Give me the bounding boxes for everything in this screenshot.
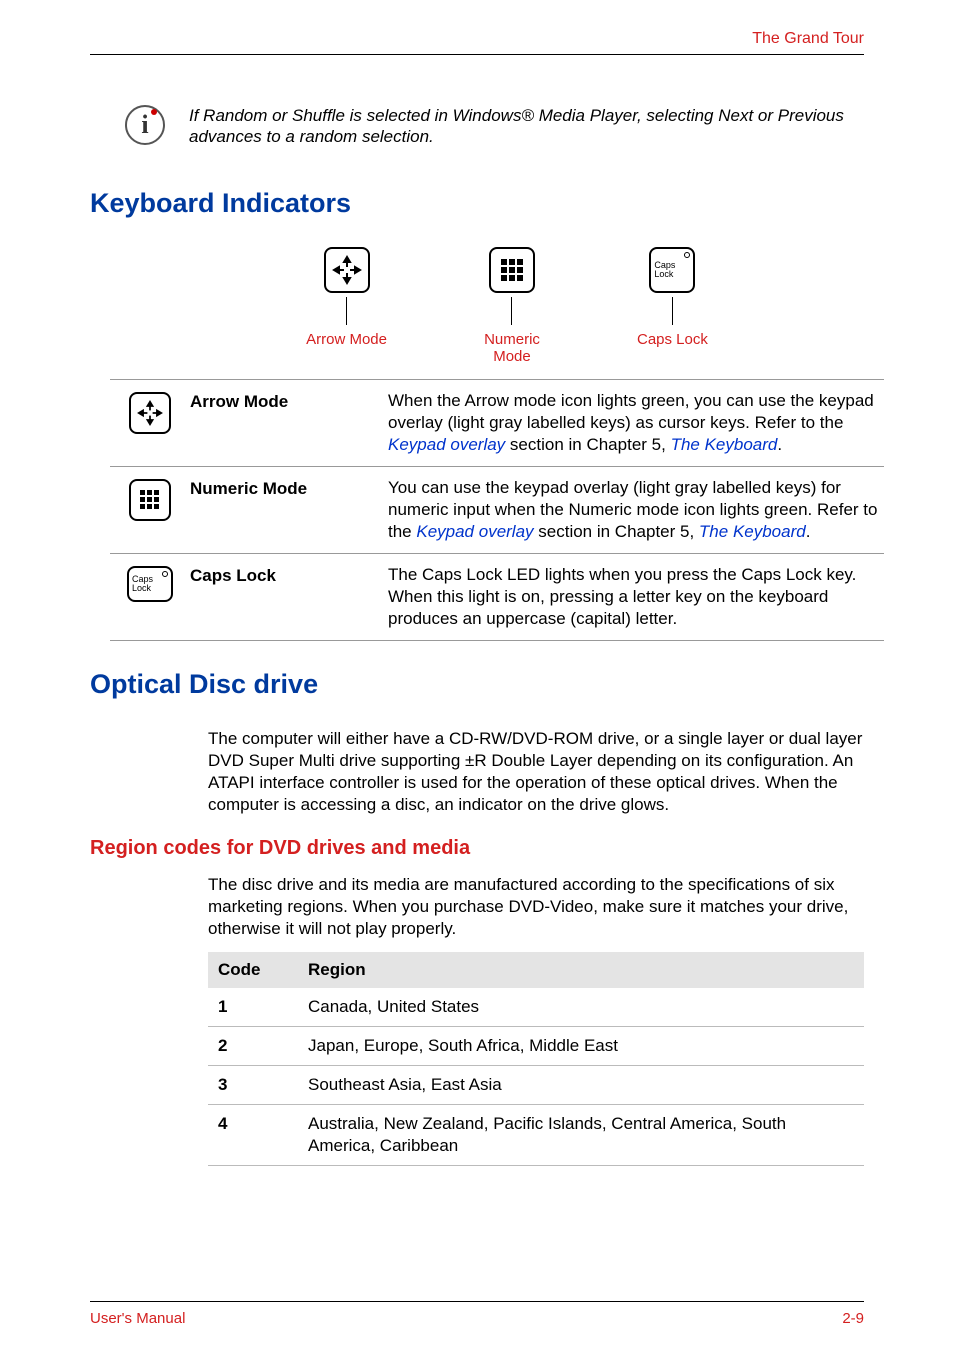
code-cell: 1 <box>208 988 298 1027</box>
table-row: 3Southeast Asia, East Asia <box>208 1065 864 1104</box>
region-cell: Canada, United States <box>298 988 864 1027</box>
caps-lock-label: Caps Lock <box>637 331 708 348</box>
numeric-mode-col: Numeric Mode <box>467 247 557 365</box>
table-row: 2Japan, Europe, South Africa, Middle Eas… <box>208 1026 864 1065</box>
region-cell: Japan, Europe, South Africa, Middle East <box>298 1026 864 1065</box>
code-cell: 2 <box>208 1026 298 1065</box>
note-text: If Random or Shuffle is selected in Wind… <box>189 105 864 148</box>
page-header: The Grand Tour <box>90 30 864 54</box>
region-table: Code Region 1Canada, United States 2Japa… <box>208 952 864 1166</box>
region-header: Region <box>298 952 864 988</box>
keypad-overlay-link[interactable]: Keypad overlay <box>388 435 505 454</box>
table-row: Numeric Mode You can use the keypad over… <box>110 466 884 553</box>
note-block: i If Random or Shuffle is selected in Wi… <box>125 105 864 148</box>
arrow-mode-icon <box>324 247 370 293</box>
table-row: 4Australia, New Zealand, Pacific Islands… <box>208 1104 864 1165</box>
region-codes-para: The disc drive and its media are manufac… <box>90 874 864 939</box>
code-cell: 3 <box>208 1065 298 1104</box>
table-row: Caps Lock Caps Lock The Caps Lock LED li… <box>110 553 884 641</box>
table-row: Arrow Mode When the Arrow mode icon ligh… <box>110 379 884 466</box>
numeric-mode-icon <box>489 247 535 293</box>
caps-lock-icon: Caps Lock <box>127 566 173 602</box>
info-icon: i <box>125 105 165 145</box>
arrow-mode-label: Arrow Mode <box>306 331 387 348</box>
region-table-wrap: Code Region 1Canada, United States 2Japa… <box>90 952 864 1166</box>
indicator-desc: You can use the keypad overlay (light gr… <box>388 477 884 543</box>
code-cell: 4 <box>208 1104 298 1165</box>
table-row: 1Canada, United States <box>208 988 864 1027</box>
footer-right: 2-9 <box>842 1310 864 1327</box>
top-rule <box>90 54 864 55</box>
region-cell: Southeast Asia, East Asia <box>298 1065 864 1104</box>
region-cell: Australia, New Zealand, Pacific Islands,… <box>298 1104 864 1165</box>
table-header-row: Code Region <box>208 952 864 988</box>
the-keyboard-link[interactable]: The Keyboard <box>671 435 778 454</box>
footer: User's Manual 2-9 <box>90 1301 864 1327</box>
numeric-mode-icon <box>129 479 171 521</box>
indicator-diagram: Arrow Mode Numeric Mode Caps Lock Caps L… <box>150 247 864 365</box>
indicator-desc: When the Arrow mode icon lights green, y… <box>388 390 884 456</box>
keypad-overlay-link[interactable]: Keypad overlay <box>416 522 533 541</box>
footer-left: User's Manual <box>90 1310 185 1327</box>
optical-disc-heading: Optical Disc drive <box>90 669 864 700</box>
optical-disc-para: The computer will either have a CD-RW/DV… <box>90 728 864 815</box>
indicator-desc: The Caps Lock LED lights when you press … <box>388 564 884 630</box>
indicator-table: Arrow Mode When the Arrow mode icon ligh… <box>110 379 884 642</box>
arrow-mode-col: Arrow Mode <box>306 247 387 365</box>
indicator-name: Caps Lock <box>190 564 388 586</box>
numeric-mode-label: Numeric Mode <box>467 331 557 365</box>
keyboard-indicators-heading: Keyboard Indicators <box>90 188 864 219</box>
indicator-name: Arrow Mode <box>190 390 388 412</box>
arrow-mode-icon <box>129 392 171 434</box>
caps-lock-icon: Caps Lock <box>649 247 695 293</box>
the-keyboard-link[interactable]: The Keyboard <box>699 522 806 541</box>
indicator-name: Numeric Mode <box>190 477 388 499</box>
code-header: Code <box>208 952 298 988</box>
region-codes-heading: Region codes for DVD drives and media <box>90 837 864 860</box>
caps-lock-col: Caps Lock Caps Lock <box>637 247 708 365</box>
